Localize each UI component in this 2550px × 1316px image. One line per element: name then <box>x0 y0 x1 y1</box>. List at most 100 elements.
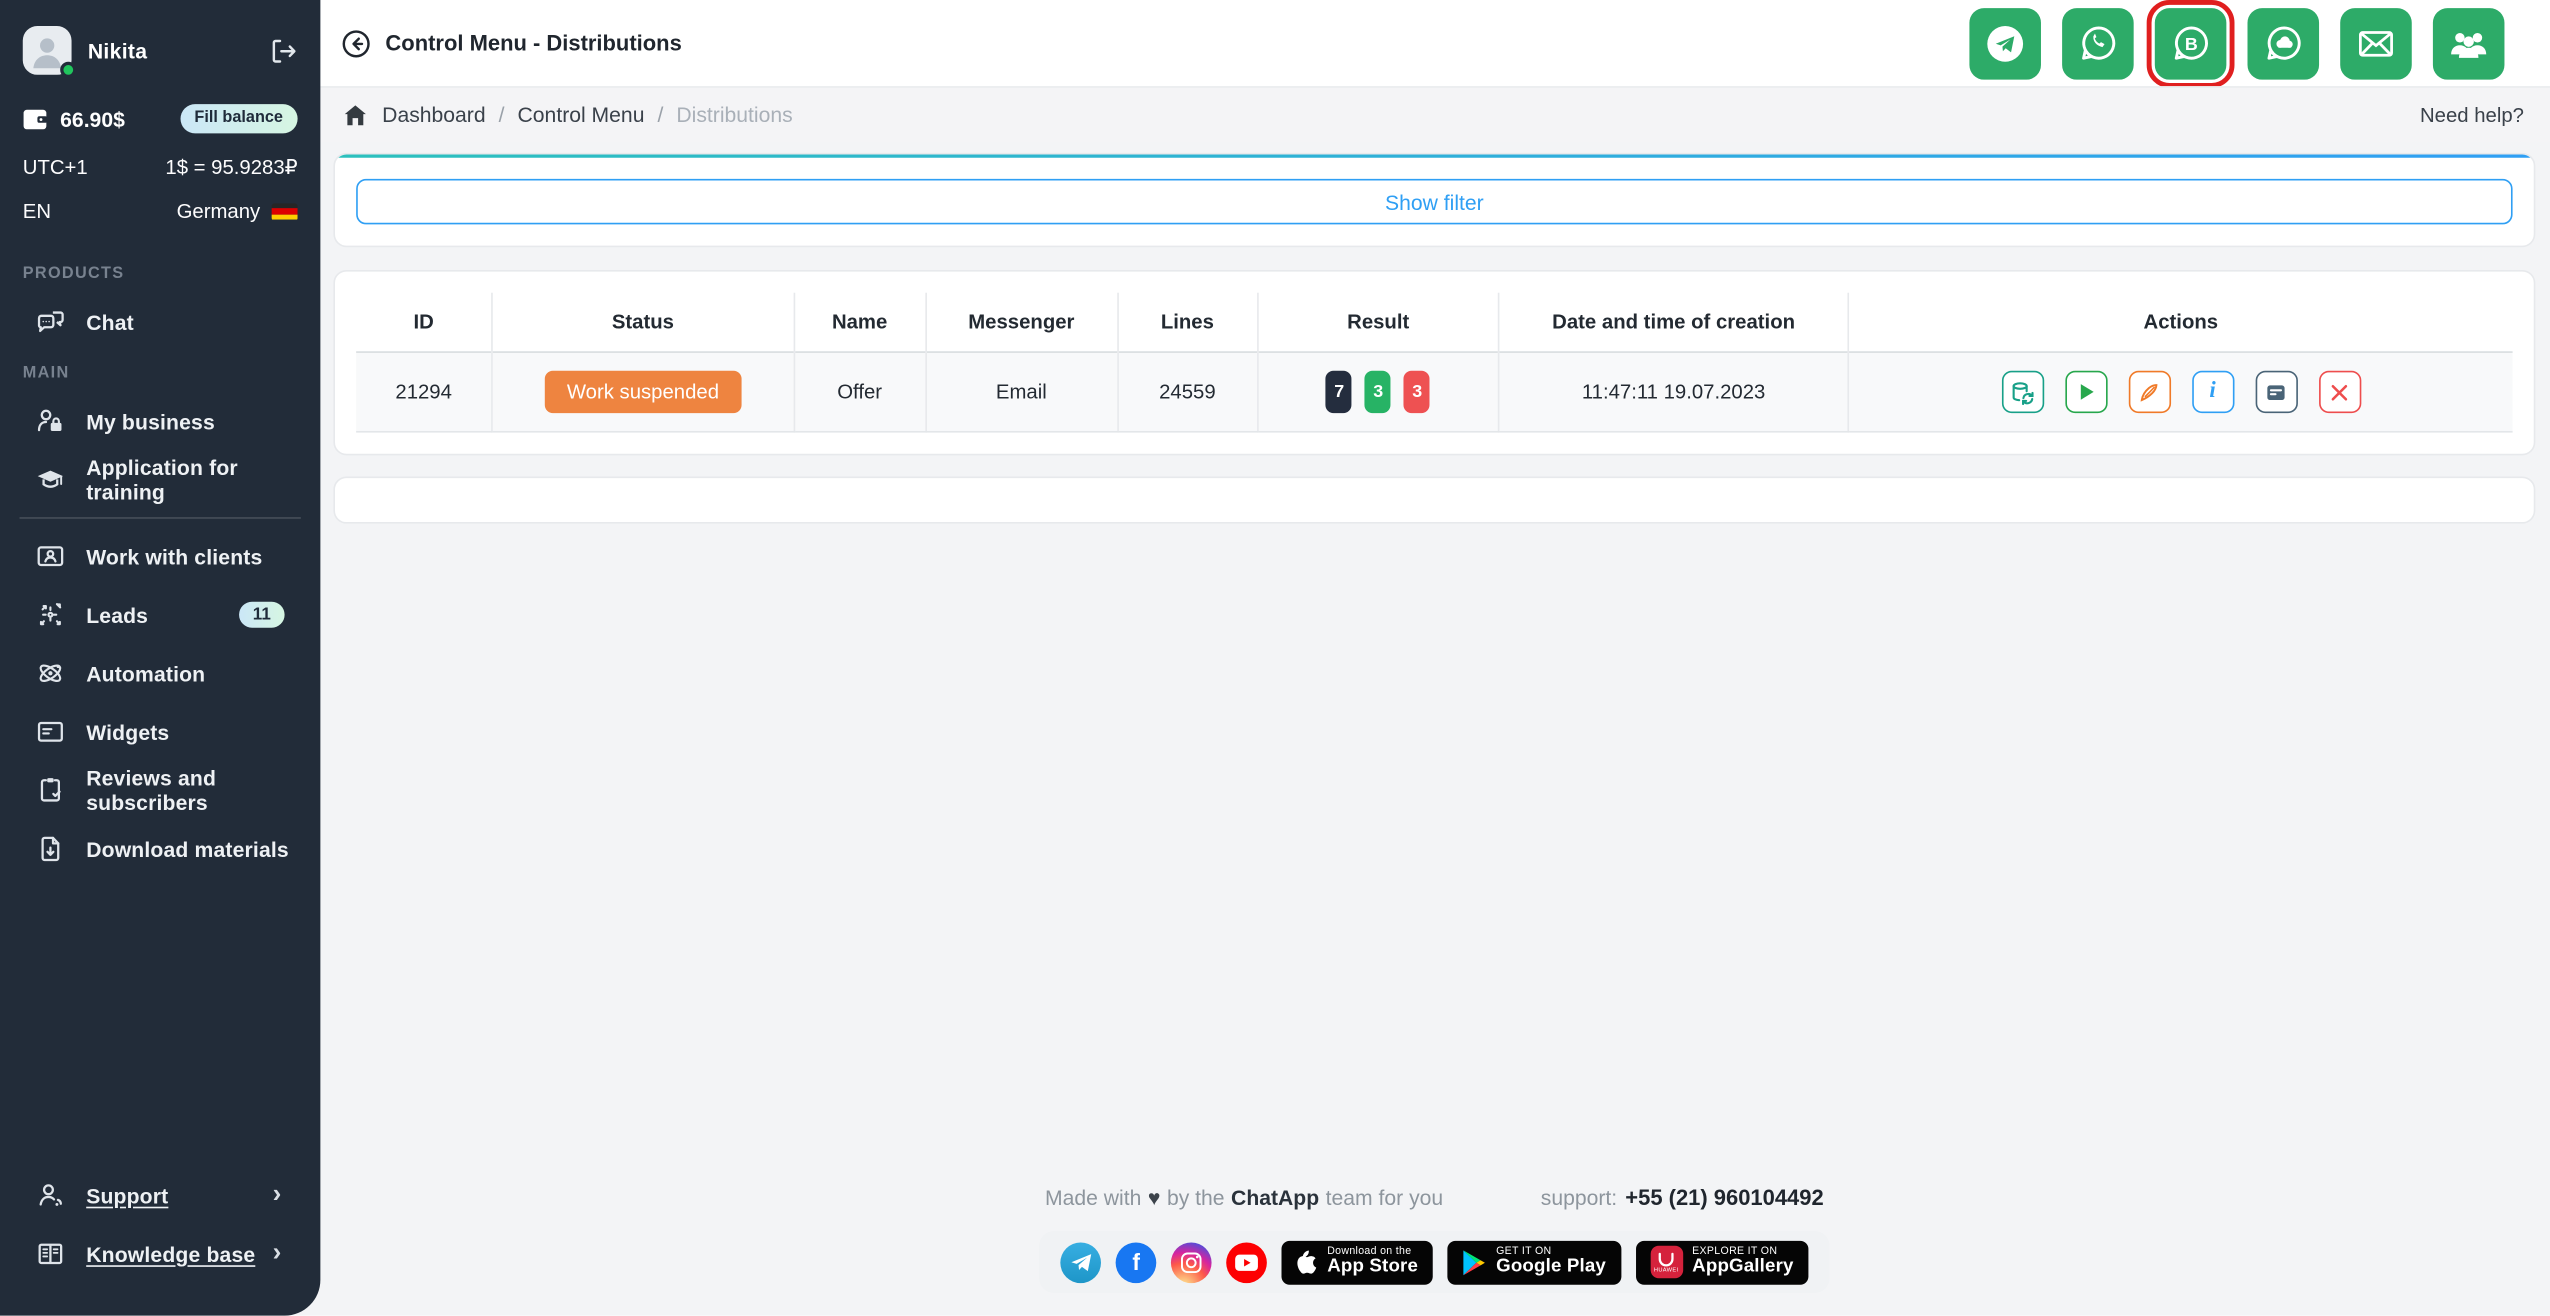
chatapp-dashboard: Nikita 66.90$ Fill balance UTC+1 1$ = 95… <box>0 0 2550 1316</box>
sidebar-item-label: Leads <box>86 603 239 627</box>
app-store-badge[interactable]: Download on the App Store <box>1282 1240 1433 1284</box>
youtube-social-icon[interactable] <box>1226 1242 1267 1283</box>
main-area: Control Menu - Distributions <box>320 0 2550 1316</box>
show-filter-button[interactable]: Show filter <box>356 179 2512 225</box>
edit-action-button[interactable] <box>2128 371 2170 413</box>
support-contact: support: +55 (21) 960104492 <box>1541 1186 1824 1210</box>
sidebar-item-automation[interactable]: Automation <box>0 644 320 703</box>
distributions-table: ID Status Name Messenger Lines Result Da… <box>356 293 2512 433</box>
sidebar-item-reviews-and-subscribers[interactable]: Reviews and subscribers <box>0 761 320 820</box>
chatapp-channel-button[interactable] <box>2248 7 2320 79</box>
leads-count-badge: 11 <box>239 602 285 628</box>
close-action-button[interactable] <box>2318 371 2360 413</box>
breadcrumb: Dashboard / Control Menu / Distributions… <box>320 86 2550 141</box>
chat-icon <box>36 307 65 336</box>
database-sync-action-button[interactable] <box>2001 371 2043 413</box>
sidebar-item-application-for-training[interactable]: Application for training <box>0 450 320 509</box>
clipboard-check-icon <box>36 776 65 805</box>
report-action-button[interactable] <box>2255 371 2297 413</box>
viewport: Nikita 66.90$ Fill balance UTC+1 1$ = 95… <box>0 0 2550 1316</box>
need-help-link[interactable]: Need help? <box>2420 103 2524 126</box>
sidebar-item-support[interactable]: Support › <box>0 1166 320 1225</box>
sidebar-item-leads[interactable]: Leads 11 <box>0 585 320 644</box>
page-title: Control Menu - Distributions <box>385 31 681 55</box>
table-header-row: ID Status Name Messenger Lines Result Da… <box>356 293 2512 352</box>
products-section-label: PRODUCTS <box>0 265 320 283</box>
sidebar-item-label: Application for training <box>86 455 297 504</box>
cell-created: 11:47:11 19.07.2023 <box>1499 352 1848 432</box>
appgallery-badge[interactable]: HUAWEI EXPLORE IT ON AppGallery <box>1635 1240 1808 1284</box>
sidebar-item-my-business[interactable]: My business <box>0 392 320 451</box>
cell-name: Offer <box>794 352 926 432</box>
sidebar-item-download-materials[interactable]: Download materials <box>0 820 320 879</box>
telegram-icon <box>1984 22 2026 64</box>
made-with-line: Made with ♥ by the ChatApp team for you <box>1045 1186 1443 1210</box>
sidebar-item-label: My business <box>86 409 297 433</box>
google-play-icon <box>1462 1248 1486 1276</box>
telegram-social-icon[interactable] <box>1061 1242 1102 1283</box>
back-button[interactable] <box>342 28 371 57</box>
col-header-name: Name <box>794 293 926 352</box>
cell-result: 7 3 3 <box>1257 352 1499 432</box>
envelope-icon <box>2355 22 2397 64</box>
facebook-social-icon[interactable]: f <box>1116 1242 1157 1283</box>
book-icon <box>36 1239 65 1268</box>
instagram-social-icon[interactable] <box>1171 1242 1212 1283</box>
telegram-channel-button[interactable] <box>1969 7 2041 79</box>
whatsapp-business-icon: B <box>2169 21 2213 65</box>
balance-amount: 66.90$ <box>60 107 180 131</box>
whatsapp-channel-button[interactable] <box>2062 7 2134 79</box>
sidebar-item-knowledge-base[interactable]: Knowledge base › <box>0 1225 320 1284</box>
heart-icon: ♥ <box>1148 1186 1161 1210</box>
support-phone[interactable]: +55 (21) 960104492 <box>1625 1186 1823 1210</box>
breadcrumb-control-menu[interactable]: Control Menu <box>518 102 645 126</box>
main-section-label: MAIN <box>0 364 320 382</box>
store-badge-bottom-text: App Store <box>1327 1257 1418 1278</box>
store-badge-top-text: Download on the <box>1327 1245 1418 1257</box>
avatar[interactable] <box>23 26 72 75</box>
google-play-badge[interactable]: GET IT ON Google Play <box>1447 1240 1620 1284</box>
country-value[interactable]: Germany <box>177 200 261 223</box>
chevron-right-icon: › <box>273 1182 282 1208</box>
col-header-result: Result <box>1257 293 1499 352</box>
home-icon[interactable] <box>343 103 367 126</box>
info-action-button[interactable]: i <box>2191 371 2233 413</box>
atom-icon <box>36 659 65 688</box>
sidebar: Nikita 66.90$ Fill balance UTC+1 1$ = 95… <box>0 0 320 1316</box>
svg-text:B: B <box>2184 34 2197 54</box>
col-header-date: Date and time of creation <box>1499 293 1848 352</box>
status-badge[interactable]: Work suspended <box>544 371 742 413</box>
whatsapp-icon <box>2076 21 2120 65</box>
whatsapp-business-channel-button-active[interactable]: B <box>2155 7 2227 79</box>
cell-status: Work suspended <box>492 352 794 432</box>
exchange-rate: 1$ = 95.9283₽ <box>165 154 297 178</box>
fill-balance-button[interactable]: Fill balance <box>180 104 298 133</box>
sidebar-item-label: Automation <box>86 661 297 685</box>
sidebar-item-chat[interactable]: Chat <box>0 293 320 352</box>
language-row: EN Germany <box>0 200 320 223</box>
wallet-icon <box>23 108 47 129</box>
sidebar-item-label: Knowledge base <box>86 1242 272 1266</box>
store-badge-top-text: EXPLORE IT ON <box>1692 1245 1793 1257</box>
sidebar-item-widgets[interactable]: Widgets <box>0 703 320 762</box>
breadcrumb-dashboard[interactable]: Dashboard <box>382 102 485 126</box>
info-icon: i <box>2209 381 2215 404</box>
by-the-text: by the <box>1167 1186 1225 1210</box>
chevron-right-icon: › <box>273 1241 282 1267</box>
cell-id: 21294 <box>356 352 492 432</box>
logout-icon[interactable] <box>270 37 298 65</box>
sidebar-item-work-with-clients[interactable]: Work with clients <box>0 527 320 586</box>
play-action-button[interactable] <box>2065 371 2107 413</box>
group-channel-button[interactable] <box>2433 7 2505 79</box>
email-channel-button[interactable] <box>2340 7 2412 79</box>
language-value[interactable]: EN <box>23 200 51 223</box>
channel-buttons: B <box>1969 7 2504 79</box>
chat-cloud-icon <box>2261 21 2305 65</box>
filter-card: Show filter <box>333 153 2535 247</box>
balance-row: 66.90$ Fill balance <box>0 104 320 133</box>
leads-branch-icon <box>36 600 65 629</box>
user-name: Nikita <box>88 38 270 62</box>
apple-icon <box>1296 1249 1317 1275</box>
breadcrumb-separator: / <box>499 102 505 126</box>
support-agent-icon <box>36 1181 65 1210</box>
